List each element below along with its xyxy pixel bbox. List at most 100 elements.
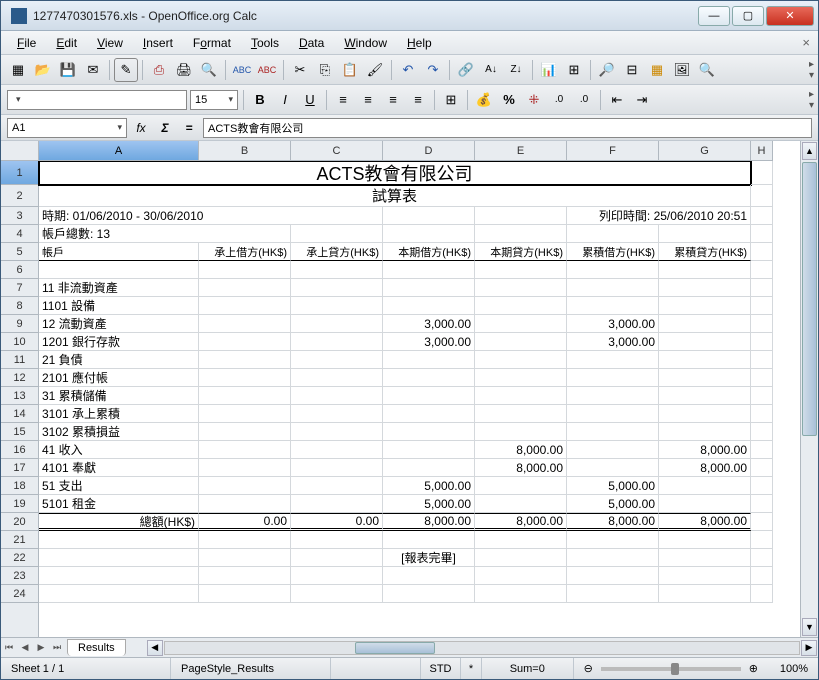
- cell[interactable]: [291, 279, 383, 297]
- row-header-6[interactable]: 6: [1, 261, 38, 279]
- cell[interactable]: [39, 567, 199, 585]
- align-left-icon[interactable]: ≡: [332, 89, 354, 111]
- cell[interactable]: [751, 423, 773, 441]
- cell[interactable]: [751, 279, 773, 297]
- zoom-icon[interactable]: 🔍: [696, 59, 718, 81]
- zoom-knob[interactable]: [671, 663, 679, 675]
- cell[interactable]: 5,000.00: [383, 477, 475, 495]
- preview-icon[interactable]: 🔍: [198, 59, 220, 81]
- navigator-icon[interactable]: ⊞: [563, 59, 585, 81]
- cell[interactable]: 3,000.00: [383, 333, 475, 351]
- row-header-5[interactable]: 5: [1, 243, 38, 261]
- cell[interactable]: [199, 333, 291, 351]
- cell[interactable]: [751, 459, 773, 477]
- zoom-in-icon[interactable]: ⊕: [749, 662, 758, 675]
- zoom-percent[interactable]: 100%: [768, 658, 818, 679]
- cell[interactable]: [383, 531, 475, 549]
- cell[interactable]: [475, 297, 567, 315]
- cell[interactable]: [475, 495, 567, 513]
- new-icon[interactable]: ▦: [7, 59, 29, 81]
- cell[interactable]: [475, 567, 567, 585]
- cell[interactable]: [291, 459, 383, 477]
- menu-tools[interactable]: Tools: [243, 34, 287, 52]
- cell[interactable]: 3102 累積損益: [39, 423, 199, 441]
- cell[interactable]: [475, 261, 567, 279]
- cell[interactable]: [751, 207, 773, 225]
- row-header-14[interactable]: 14: [1, 405, 38, 423]
- cell[interactable]: [291, 567, 383, 585]
- row-header-1[interactable]: 1: [1, 161, 38, 185]
- cell[interactable]: [475, 531, 567, 549]
- cell[interactable]: [751, 261, 773, 279]
- cell[interactable]: 5101 租金: [39, 495, 199, 513]
- row-header-15[interactable]: 15: [1, 423, 38, 441]
- cell[interactable]: [291, 315, 383, 333]
- number-format-icon[interactable]: ⁜: [523, 89, 545, 111]
- cell[interactable]: 3101 承上累積: [39, 405, 199, 423]
- cell[interactable]: [291, 297, 383, 315]
- add-decimal-icon[interactable]: .0: [548, 89, 570, 111]
- toolbar-overflow-icon[interactable]: ▸▾: [809, 59, 814, 81]
- cell[interactable]: [199, 459, 291, 477]
- row-header-17[interactable]: 17: [1, 459, 38, 477]
- cell[interactable]: [報表完畢]: [383, 549, 475, 567]
- cell[interactable]: [291, 405, 383, 423]
- cell[interactable]: [383, 441, 475, 459]
- cell[interactable]: [199, 567, 291, 585]
- cell[interactable]: 3,000.00: [567, 315, 659, 333]
- cell[interactable]: [383, 387, 475, 405]
- cell[interactable]: 累積借方(HK$): [567, 243, 659, 261]
- font-size-combo[interactable]: 15: [190, 90, 238, 110]
- cell[interactable]: [475, 369, 567, 387]
- redo-icon[interactable]: ↷: [422, 59, 444, 81]
- cell[interactable]: [291, 495, 383, 513]
- cell[interactable]: [751, 513, 773, 531]
- cell[interactable]: [475, 477, 567, 495]
- cell[interactable]: 11 非流動資產: [39, 279, 199, 297]
- cell[interactable]: [383, 369, 475, 387]
- cell[interactable]: [475, 315, 567, 333]
- cell[interactable]: [567, 585, 659, 603]
- cell[interactable]: [383, 585, 475, 603]
- autospell-icon[interactable]: ABC: [256, 59, 278, 81]
- undo-icon[interactable]: ↶: [397, 59, 419, 81]
- cell[interactable]: [475, 549, 567, 567]
- bold-icon[interactable]: B: [249, 89, 271, 111]
- cell[interactable]: [199, 441, 291, 459]
- cell[interactable]: [659, 495, 751, 513]
- cell[interactable]: [383, 225, 475, 243]
- align-center-icon[interactable]: ≡: [357, 89, 379, 111]
- decrease-indent-icon[interactable]: ⇤: [606, 89, 628, 111]
- row-header-13[interactable]: 13: [1, 387, 38, 405]
- currency-icon[interactable]: 💰: [473, 89, 495, 111]
- row-header-20[interactable]: 20: [1, 513, 38, 531]
- cell[interactable]: [659, 351, 751, 369]
- save-icon[interactable]: 💾: [57, 59, 79, 81]
- cell[interactable]: 列印時間: 25/06/2010 20:51: [567, 207, 751, 225]
- cell[interactable]: [659, 369, 751, 387]
- hyperlink-icon[interactable]: 🔗: [455, 59, 477, 81]
- cell[interactable]: [751, 185, 773, 207]
- cell[interactable]: [475, 387, 567, 405]
- cell[interactable]: 41 收入: [39, 441, 199, 459]
- increase-indent-icon[interactable]: ⇥: [631, 89, 653, 111]
- row-header-7[interactable]: 7: [1, 279, 38, 297]
- sum-icon[interactable]: Σ: [155, 118, 175, 138]
- cell[interactable]: [383, 351, 475, 369]
- italic-icon[interactable]: I: [274, 89, 296, 111]
- cell[interactable]: 3,000.00: [567, 333, 659, 351]
- remove-decimal-icon[interactable]: .0: [573, 89, 595, 111]
- cut-icon[interactable]: ✂: [289, 59, 311, 81]
- cell[interactable]: [659, 315, 751, 333]
- cell[interactable]: [199, 369, 291, 387]
- cell[interactable]: 12 流動資產: [39, 315, 199, 333]
- menu-view[interactable]: View: [89, 34, 131, 52]
- row-header-12[interactable]: 12: [1, 369, 38, 387]
- status-std[interactable]: STD: [421, 658, 461, 679]
- col-header-A[interactable]: A: [39, 141, 199, 160]
- cell[interactable]: [567, 441, 659, 459]
- cell[interactable]: [567, 531, 659, 549]
- row-header-4[interactable]: 4: [1, 225, 38, 243]
- cell[interactable]: [659, 477, 751, 495]
- cell[interactable]: [567, 351, 659, 369]
